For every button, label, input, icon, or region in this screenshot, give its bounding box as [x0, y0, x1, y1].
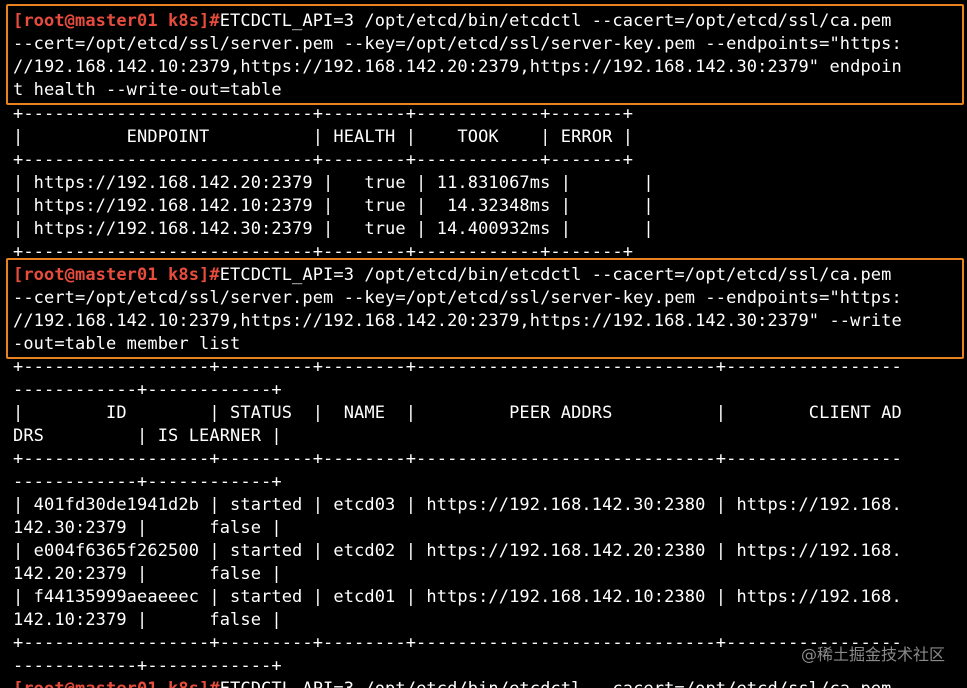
- command-line: t health --write-out=table: [13, 80, 282, 100]
- table-row: 142.30:2379 | false |: [13, 518, 282, 538]
- command-line: [root@master01 k8s]#ETCDCTL_API=3 /opt/e…: [13, 10, 891, 33]
- output-line: ------------+------------+: [13, 656, 282, 676]
- table-header-row: | ID | STATUS | NAME | PEER ADDRS | CLIE…: [13, 403, 902, 423]
- command-line: --cert=/opt/etcd/ssl/server.pem --key=/o…: [13, 288, 902, 308]
- table-header-row: | ENDPOINT | HEALTH | TOOK | ERROR |: [13, 127, 634, 147]
- output-line: +----------------------------+--------+-…: [13, 150, 634, 170]
- command-line: //192.168.142.10:2379,https://192.168.14…: [13, 311, 902, 331]
- table-row: | https://192.168.142.20:2379 | true | 1…: [13, 173, 654, 193]
- watermark-text: @稀土掘金技术社区: [800, 645, 945, 664]
- shell-prompt: [root@master01 k8s]#: [13, 11, 220, 31]
- command-text: ETCDCTL_API=3 /opt/etcd/bin/etcdctl --ca…: [219, 11, 892, 31]
- command-text: ETCDCTL_API=3 /opt/etcd/bin/etcdctl --ca…: [219, 265, 892, 285]
- command-line: [root@master01 k8s]#ETCDCTL_API=3 /opt/e…: [13, 264, 891, 287]
- table-row: | https://192.168.142.30:2379 | true | 1…: [13, 219, 654, 239]
- output-line: ------------+------------+: [13, 380, 282, 400]
- command-text: ETCDCTL_API=3 /opt/etcd/bin/etcdctl --ca…: [220, 679, 892, 688]
- shell-prompt: [root@master01 k8s]#: [13, 265, 220, 285]
- command-line: -out=table member list: [13, 334, 241, 354]
- table-row: | 401fd30de1941d2b | started | etcd03 | …: [13, 495, 902, 515]
- command-line: [root@master01 k8s]#ETCDCTL_API=3 /opt/e…: [13, 678, 891, 688]
- output-line: +------------------+---------+--------+-…: [13, 449, 902, 469]
- command-line: --cert=/opt/etcd/ssl/server.pem --key=/o…: [13, 34, 902, 54]
- table-row: | https://192.168.142.10:2379 | true | 1…: [13, 196, 654, 216]
- table-row: 142.20:2379 | false |: [13, 564, 282, 584]
- output-line: ------------+------------+: [13, 472, 282, 492]
- table-row: 142.10:2379 | false |: [13, 610, 282, 630]
- table-header-row: DRS | IS LEARNER |: [13, 426, 282, 446]
- table-row: | e004f6365f262500 | started | etcd02 | …: [13, 541, 902, 561]
- output-line: +----------------------------+--------+-…: [13, 104, 634, 124]
- output-line: +------------------+---------+--------+-…: [13, 633, 902, 653]
- command-line: //192.168.142.10:2379,https://192.168.14…: [13, 57, 902, 77]
- table-row: | f44135999aeaeeec | started | etcd01 | …: [13, 587, 902, 607]
- output-line: +------------------+---------+--------+-…: [13, 357, 902, 377]
- shell-prompt: [root@master01 k8s]#: [13, 679, 220, 688]
- terminal-window[interactable]: [root@master01 k8s]#ETCDCTL_API=3 /opt/e…: [0, 0, 967, 688]
